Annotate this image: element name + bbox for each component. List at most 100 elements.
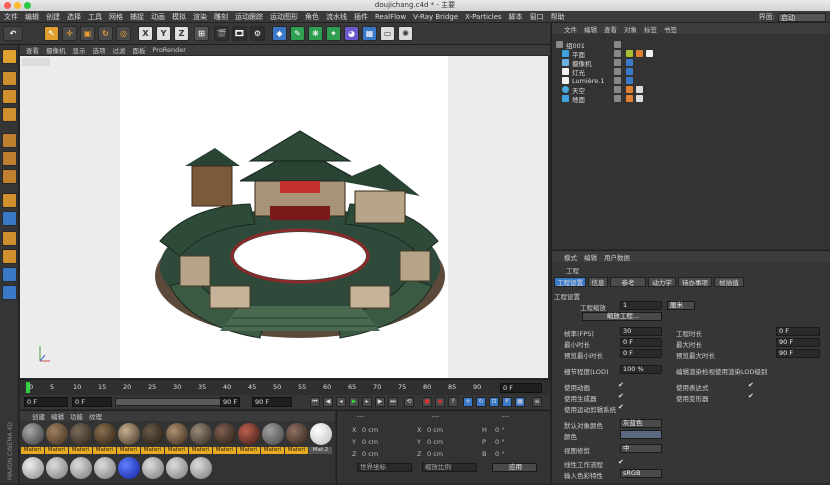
material-swatch[interactable] — [142, 423, 164, 445]
scale-icon[interactable]: ▣ — [80, 26, 95, 41]
goto-start-icon[interactable]: ⏮ — [310, 397, 320, 407]
tab-reference[interactable]: 参考 — [610, 277, 646, 287]
light-icon[interactable]: ✺ — [398, 26, 413, 41]
tab-dynamics[interactable]: 动力学 — [648, 277, 676, 287]
camera-icon[interactable]: ▭ — [380, 26, 395, 41]
material-swatch[interactable] — [118, 423, 140, 445]
tab-todo[interactable]: 待办事项 — [678, 277, 712, 287]
material-swatch[interactable] — [262, 423, 284, 445]
polygons-mode-icon[interactable] — [2, 169, 17, 184]
use-expressions-checkbox[interactable]: ✔ — [748, 381, 754, 389]
coordinate-system-icon[interactable]: ⊞ — [194, 26, 209, 41]
default-color-select[interactable]: 灰蓝色 — [620, 419, 662, 428]
material-menu-create[interactable]: 创建 — [32, 411, 45, 421]
material-swatch[interactable] — [190, 457, 212, 479]
material-label[interactable]: Materi — [285, 447, 308, 454]
record-icon[interactable]: ● — [422, 397, 432, 407]
coord-pos-y-field[interactable]: 0 cm — [362, 438, 378, 446]
end-frame-field[interactable]: 90 F — [252, 397, 292, 407]
visibility-dots-icon[interactable] — [614, 95, 621, 102]
viewport-menu-view[interactable]: 查看 — [26, 45, 39, 55]
material-label[interactable]: Materi — [213, 447, 236, 454]
preview-range-slider[interactable] — [115, 398, 235, 406]
menu-window[interactable]: 窗口 — [530, 12, 544, 22]
material-label[interactable]: Materi — [21, 447, 44, 454]
undo-icon[interactable]: ↶ — [3, 26, 23, 41]
prev-key-icon[interactable]: ◀ — [323, 397, 333, 407]
material-swatch[interactable] — [190, 423, 212, 445]
edges-mode-icon[interactable] — [2, 151, 17, 166]
use-generators-checkbox[interactable]: ✔ — [618, 392, 624, 400]
material-swatch[interactable] — [22, 457, 44, 479]
visibility-dots-icon[interactable] — [614, 41, 621, 48]
3d-viewport[interactable] — [20, 56, 548, 378]
project-time-field[interactable]: 0 F — [776, 327, 820, 336]
goto-end-icon[interactable]: ⏭ — [388, 397, 398, 407]
coord-size-x-field[interactable]: 0 cm — [427, 426, 443, 434]
material-swatch[interactable] — [22, 423, 44, 445]
deformer-icon[interactable]: ◕ — [344, 26, 359, 41]
camera-tag-icon[interactable] — [626, 59, 633, 66]
attr-menu-edit[interactable]: 编辑 — [584, 252, 597, 262]
material-swatch[interactable] — [94, 457, 116, 479]
preview-end-field[interactable]: 90 F — [220, 397, 240, 407]
make-editable-icon[interactable] — [2, 49, 17, 64]
object-menu-tags[interactable]: 标签 — [644, 24, 657, 34]
close-window-button[interactable] — [4, 2, 11, 9]
menu-mesh[interactable]: 网格 — [109, 12, 123, 22]
coord-size-z-field[interactable]: 0 cm — [427, 450, 443, 458]
attr-menu-mode[interactable]: 模式 — [564, 252, 577, 262]
material-swatch[interactable] — [166, 457, 188, 479]
viewport-menu-options[interactable]: 选项 — [93, 45, 106, 55]
linear-workflow-checkbox[interactable]: ✔ — [618, 458, 624, 466]
viewport-menu-prorender[interactable]: ProRender — [153, 46, 186, 54]
view-clip-select[interactable]: 中 — [620, 444, 662, 453]
minimize-window-button[interactable] — [14, 2, 21, 9]
menu-vray-bridge[interactable]: V-Ray Bridge — [413, 13, 458, 21]
min-time-field[interactable]: 0 F — [620, 338, 662, 347]
lod-field[interactable]: 100 % — [620, 365, 662, 374]
current-frame-field[interactable]: 0 F — [500, 383, 542, 393]
menu-character[interactable]: 角色 — [305, 12, 319, 22]
material-label[interactable]: Materi — [189, 447, 212, 454]
attr-menu-userdata[interactable]: 用户数据 — [604, 252, 630, 262]
viewport-menu-panel[interactable]: 面板 — [133, 45, 146, 55]
render-view-icon[interactable]: 🎬 — [214, 26, 229, 41]
menu-help[interactable]: 帮助 — [551, 12, 565, 22]
max-time-field[interactable]: 90 F — [776, 338, 820, 347]
start-frame-field[interactable]: 0 F — [24, 397, 68, 407]
coord-mode-select[interactable]: 世界坐标 — [357, 463, 412, 472]
cube-icon[interactable]: ◆ — [272, 26, 287, 41]
model-mode-icon[interactable] — [2, 71, 17, 86]
tab-project-settings[interactable]: 工程设置 — [554, 277, 586, 287]
material-label[interactable]: Materi — [45, 447, 68, 454]
project-scale-field[interactable]: 1 — [620, 301, 662, 310]
material-swatch[interactable] — [286, 423, 308, 445]
menu-render[interactable]: 渲染 — [193, 12, 207, 22]
timeline-ruler[interactable]: 0 5 10 15 20 25 30 35 40 45 50 55 60 65 … — [20, 379, 550, 395]
spline-pen-icon[interactable]: ✎ — [290, 26, 305, 41]
viewport-menu-filter[interactable]: 过滤 — [113, 45, 126, 55]
material-swatch[interactable] — [214, 423, 236, 445]
fps-field[interactable]: 30 — [620, 327, 662, 336]
coord-apply-button[interactable]: 应用 — [492, 463, 537, 472]
input-color-profile-select[interactable]: sRGB — [620, 469, 662, 478]
menu-x-particles[interactable]: X-Particles — [465, 13, 501, 21]
snap-icon[interactable] — [2, 231, 17, 246]
texture-tag-icon[interactable] — [636, 95, 643, 102]
tab-key-interpolation[interactable]: 帧插值 — [714, 277, 744, 287]
material-label[interactable]: Mat.2 — [309, 447, 332, 454]
material-label[interactable]: Materi — [141, 447, 164, 454]
key-param-icon[interactable]: P — [502, 397, 512, 407]
viewport-menu-cameras[interactable]: 摄像机 — [46, 45, 66, 55]
sculpt-icon[interactable] — [2, 249, 17, 264]
preview-start-field[interactable]: 0 F — [72, 397, 112, 407]
menu-pipeline[interactable]: 流水线 — [326, 12, 347, 22]
material-menu-function[interactable]: 功能 — [70, 411, 83, 421]
prev-frame-icon[interactable]: ◂ — [336, 397, 346, 407]
menu-edit[interactable]: 编辑 — [25, 12, 39, 22]
menu-simulate[interactable]: 模拟 — [172, 12, 186, 22]
z-axis-icon[interactable]: Z — [174, 26, 189, 41]
material-swatch[interactable] — [310, 423, 332, 445]
menu-select[interactable]: 选择 — [67, 12, 81, 22]
